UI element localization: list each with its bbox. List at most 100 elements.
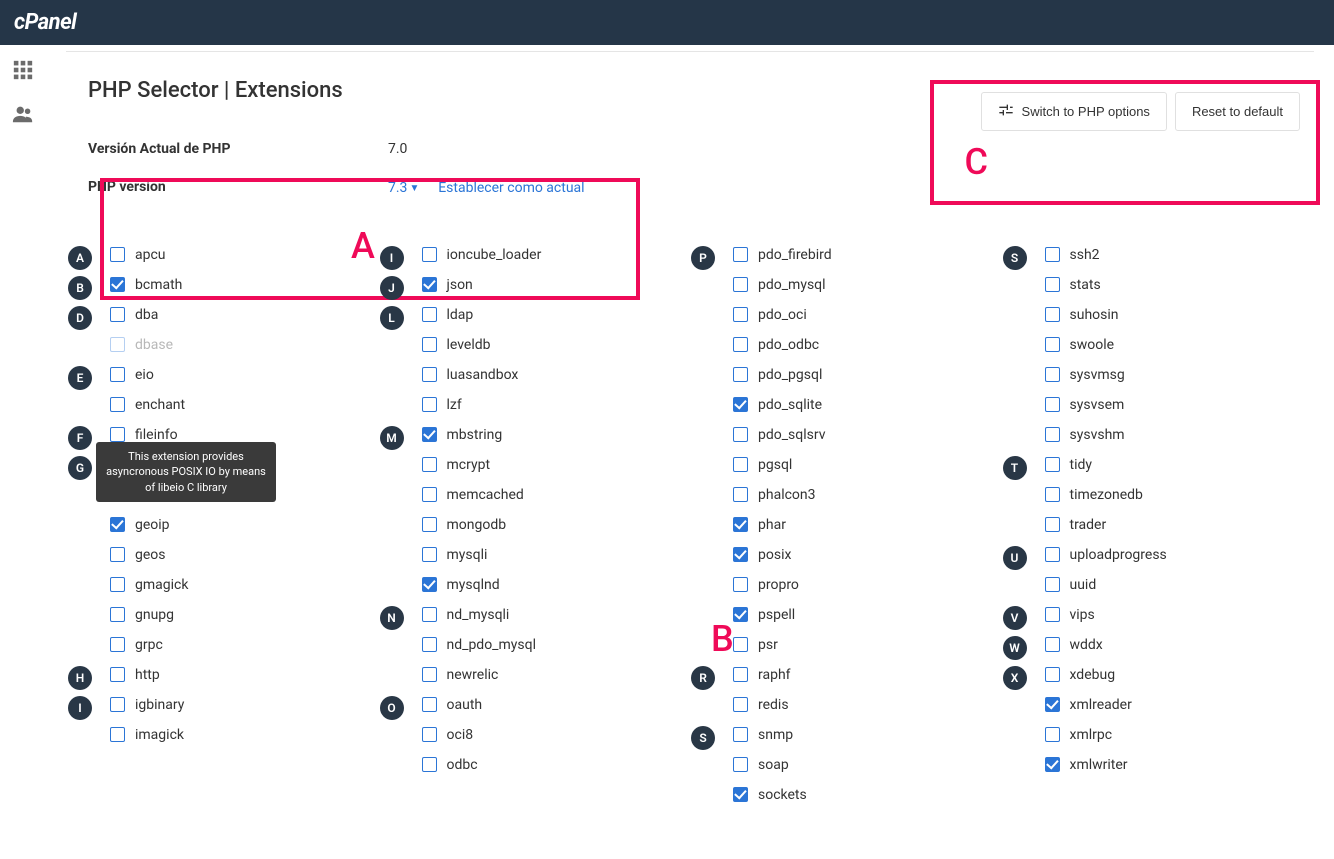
- extension-checkbox[interactable]: [110, 517, 125, 532]
- extension-checkbox[interactable]: [733, 577, 748, 592]
- extension-checkbox[interactable]: [1045, 547, 1060, 562]
- extension-checkbox[interactable]: [733, 547, 748, 562]
- extension-checkbox[interactable]: [1045, 457, 1060, 472]
- php-version-dropdown[interactable]: 7.3▼: [388, 180, 422, 196]
- extension-checkbox[interactable]: [110, 607, 125, 622]
- extension-checkbox[interactable]: [1045, 637, 1060, 652]
- extension-checkbox[interactable]: [422, 427, 437, 442]
- extension-checkbox[interactable]: [110, 367, 125, 382]
- extension-checkbox[interactable]: [110, 427, 125, 442]
- extension-checkbox[interactable]: [1045, 397, 1060, 412]
- extension-checkbox[interactable]: [422, 337, 437, 352]
- extension-checkbox[interactable]: [422, 727, 437, 742]
- extension-checkbox[interactable]: [110, 547, 125, 562]
- extension-checkbox[interactable]: [733, 397, 748, 412]
- extension-posix: posix: [733, 540, 1003, 569]
- extension-checkbox[interactable]: [422, 607, 437, 622]
- extension-checkbox[interactable]: [733, 517, 748, 532]
- extension-checkbox[interactable]: [422, 757, 437, 772]
- php-version-selected: 7.3: [388, 180, 407, 196]
- extension-checkbox[interactable]: [422, 247, 437, 262]
- extension-checkbox[interactable]: [110, 637, 125, 652]
- extension-checkbox[interactable]: [733, 787, 748, 802]
- extension-checkbox[interactable]: [422, 277, 437, 292]
- extension-checkbox[interactable]: [1045, 517, 1060, 532]
- extension-checkbox[interactable]: [1045, 697, 1060, 712]
- extension-checkbox[interactable]: [422, 307, 437, 322]
- extension-checkbox[interactable]: [1045, 607, 1060, 622]
- extension-checkbox[interactable]: [1045, 307, 1060, 322]
- left-sidebar: [0, 45, 46, 850]
- extension-checkbox[interactable]: [422, 547, 437, 562]
- extension-checkbox[interactable]: [1045, 487, 1060, 502]
- extension-checkbox[interactable]: [110, 727, 125, 742]
- extension-checkbox[interactable]: [1045, 277, 1060, 292]
- extension-ldap: ldap: [422, 300, 692, 329]
- extension-leveldb: leveldb: [422, 330, 692, 359]
- extension-checkbox[interactable]: [422, 577, 437, 592]
- extension-checkbox[interactable]: [422, 517, 437, 532]
- extension-timezonedb: timezonedb: [1045, 480, 1315, 509]
- extension-mysqli: mysqli: [422, 540, 692, 569]
- extension-checkbox[interactable]: [733, 247, 748, 262]
- extension-label: pdo_odbc: [758, 337, 819, 353]
- extension-luasandbox: luasandbox: [422, 360, 692, 389]
- extension-checkbox[interactable]: [422, 457, 437, 472]
- extension-checkbox[interactable]: [733, 697, 748, 712]
- extension-pdo_oci: pdo_oci: [733, 300, 1003, 329]
- extension-label: pdo_mysql: [758, 277, 826, 293]
- extension-checkbox[interactable]: [110, 337, 125, 352]
- letter-badge: X: [1003, 666, 1027, 690]
- extension-checkbox[interactable]: [1045, 727, 1060, 742]
- extension-checkbox[interactable]: [422, 487, 437, 502]
- extension-checkbox[interactable]: [733, 667, 748, 682]
- extension-label: stats: [1070, 277, 1101, 293]
- extension-checkbox[interactable]: [733, 427, 748, 442]
- extension-checkbox[interactable]: [733, 607, 748, 622]
- extension-checkbox[interactable]: [422, 637, 437, 652]
- extension-checkbox[interactable]: [1045, 367, 1060, 382]
- switch-php-options-label: Switch to PHP options: [1022, 104, 1150, 119]
- extension-label: xdebug: [1070, 667, 1116, 683]
- letter-badge: E: [68, 366, 92, 390]
- current-version-label: Versión Actual de PHP: [88, 141, 388, 157]
- extension-checkbox[interactable]: [422, 697, 437, 712]
- extension-label: mbstring: [447, 427, 503, 443]
- apps-grid-icon[interactable]: [12, 59, 34, 85]
- extension-checkbox[interactable]: [110, 307, 125, 322]
- extension-phalcon3: phalcon3: [733, 480, 1003, 509]
- extension-checkbox[interactable]: [110, 397, 125, 412]
- extension-checkbox[interactable]: [733, 487, 748, 502]
- extension-checkbox[interactable]: [733, 337, 748, 352]
- extension-checkbox[interactable]: [1045, 427, 1060, 442]
- extension-checkbox[interactable]: [1045, 667, 1060, 682]
- extension-checkbox[interactable]: [1045, 577, 1060, 592]
- reset-default-button[interactable]: Reset to default: [1175, 92, 1300, 131]
- extension-label: memcached: [447, 487, 524, 503]
- extension-checkbox[interactable]: [733, 277, 748, 292]
- extension-checkbox[interactable]: [1045, 337, 1060, 352]
- extension-checkbox[interactable]: [733, 457, 748, 472]
- extension-checkbox[interactable]: [110, 577, 125, 592]
- extension-checkbox[interactable]: [110, 697, 125, 712]
- extension-checkbox[interactable]: [733, 637, 748, 652]
- extension-checkbox[interactable]: [733, 307, 748, 322]
- letter-badge: V: [1003, 606, 1027, 630]
- extension-checkbox[interactable]: [733, 367, 748, 382]
- extension-checkbox[interactable]: [110, 247, 125, 262]
- extension-checkbox[interactable]: [110, 277, 125, 292]
- extension-checkbox[interactable]: [422, 367, 437, 382]
- set-as-current-link[interactable]: Establecer como actual: [438, 180, 584, 196]
- extension-label: soap: [758, 757, 789, 773]
- extension-uuid: uuid: [1045, 570, 1315, 599]
- extension-checkbox[interactable]: [110, 667, 125, 682]
- extension-checkbox[interactable]: [733, 727, 748, 742]
- extension-checkbox[interactable]: [733, 757, 748, 772]
- switch-php-options-button[interactable]: Switch to PHP options: [981, 92, 1167, 131]
- extension-checkbox[interactable]: [422, 667, 437, 682]
- extension-checkbox[interactable]: [1045, 247, 1060, 262]
- extension-checkbox[interactable]: [422, 397, 437, 412]
- extension-checkbox[interactable]: [1045, 757, 1060, 772]
- letter-badge: P: [691, 246, 715, 270]
- users-icon[interactable]: [12, 103, 34, 129]
